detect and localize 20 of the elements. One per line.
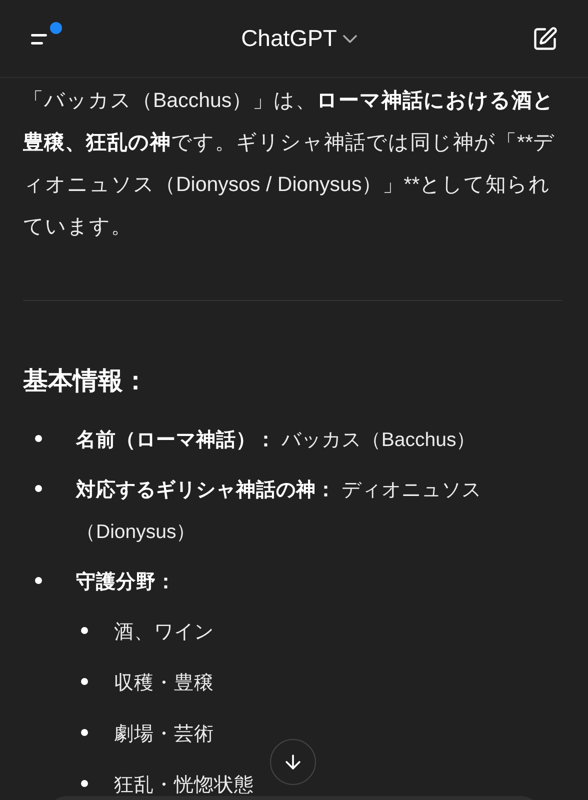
list-item: 狂乱・恍惚状態 xyxy=(113,772,254,798)
bullet-icon xyxy=(81,780,88,786)
model-selector[interactable]: ChatGPT xyxy=(241,21,357,56)
list-item: 名前（ローマ神話）： バッカス（Bacchus） xyxy=(74,428,476,452)
list-item: 守護分野： xyxy=(75,570,176,594)
intro-paragraph: 「バッカス（Bacchus）」は、ローマ神話における酒と豊穣、狂乱の神です。ギリシャ神話では同じ神が「**デ ィオニュソス（Dionysos / Dionysus）」**として知られています。 xyxy=(23,88,556,240)
list-item: 劇場・芸術 xyxy=(113,722,214,746)
scroll-down-button[interactable] xyxy=(270,739,316,785)
chevron-down-icon xyxy=(342,34,357,42)
bullet-icon xyxy=(81,678,88,684)
new-chat-icon xyxy=(532,26,558,52)
list-item: 酒、ワイン xyxy=(113,620,214,644)
bullet-icon xyxy=(35,576,42,584)
bullet-icon xyxy=(35,484,42,492)
list-item: 対応するギリシャ神話の神： ディオニュソス（Dionysus） xyxy=(74,478,482,544)
list-item: 収穫・豊穣 xyxy=(113,670,214,696)
section-heading: 基本情報： xyxy=(23,366,149,397)
bullet-icon xyxy=(35,434,42,442)
bullet-icon xyxy=(81,728,88,736)
bullet-icon xyxy=(81,626,88,634)
